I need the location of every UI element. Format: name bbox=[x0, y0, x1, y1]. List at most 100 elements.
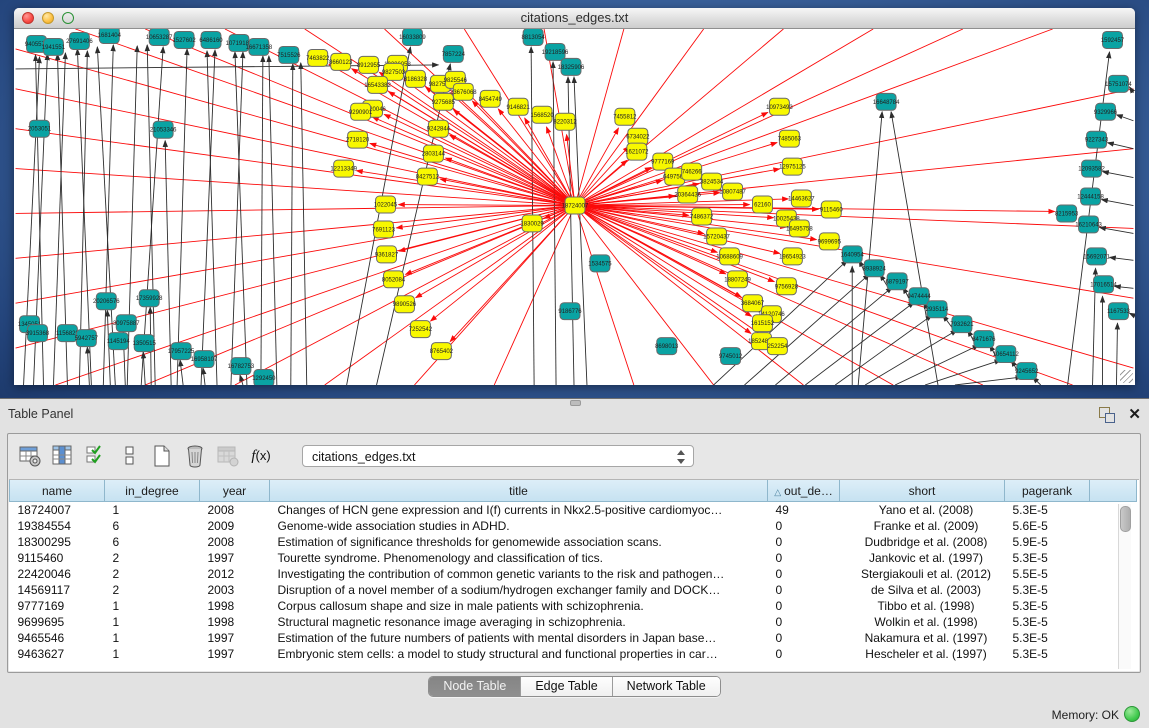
graph-node[interactable]: 30975887 bbox=[113, 315, 140, 332]
close-panel-icon[interactable]: ✕ bbox=[1128, 405, 1141, 423]
graph-node[interactable]: 20364436 bbox=[674, 186, 701, 203]
graph-node[interactable]: 15720437 bbox=[703, 228, 730, 245]
graph-node[interactable]: 18325906 bbox=[558, 58, 585, 75]
graph-node[interactable]: 10973493 bbox=[766, 98, 793, 115]
graph-node[interactable]: 23676068 bbox=[450, 83, 477, 100]
graph-node[interactable]: 2803144 bbox=[422, 145, 446, 162]
graph-node[interactable]: 3824534 bbox=[700, 173, 724, 190]
graph-node[interactable]: 9699695 bbox=[818, 233, 842, 250]
graph-node[interactable]: 21053346 bbox=[150, 121, 177, 138]
float-panel-icon[interactable] bbox=[1099, 407, 1115, 423]
graph-node[interactable]: 7515526 bbox=[277, 46, 301, 63]
graph-node[interactable]: 15692071 bbox=[1083, 248, 1110, 265]
graph-node[interactable]: 7485063 bbox=[778, 130, 802, 147]
graph-node[interactable]: 27691406 bbox=[66, 32, 93, 49]
graph-node[interactable]: 9115460 bbox=[820, 201, 843, 218]
graph-node[interactable]: 17359928 bbox=[136, 290, 163, 307]
graph-node[interactable]: 10807487 bbox=[719, 183, 746, 200]
graph-node[interactable]: 2718120 bbox=[346, 131, 370, 148]
graph-node[interactable]: 8471676 bbox=[972, 331, 996, 348]
graph-node[interactable]: 8912955 bbox=[357, 56, 381, 73]
graph-node[interactable]: 1640954 bbox=[841, 246, 865, 263]
node-table-grid[interactable]: namein_degreeyeartitle△out_de…shortpager… bbox=[9, 480, 1137, 662]
function-builder-icon[interactable]: f(x) bbox=[247, 442, 275, 470]
graph-node[interactable]: 2935114 bbox=[926, 301, 949, 318]
graph-node[interactable]: 1830029 bbox=[520, 215, 544, 232]
graph-node[interactable]: 9146821 bbox=[507, 98, 531, 115]
graph-node[interactable]: 16782753 bbox=[228, 358, 255, 375]
graph-node[interactable]: 18807249 bbox=[724, 271, 751, 288]
table-row[interactable]: 1830029562008Estimation of significance … bbox=[10, 534, 1137, 550]
graph-node[interactable]: 14463627 bbox=[788, 190, 815, 207]
graph-node[interactable]: 20206576 bbox=[93, 293, 120, 310]
graph-node[interactable]: 9227343 bbox=[1085, 131, 1109, 148]
citation-network-graph[interactable]: 9405572194155127691406168140410653287152… bbox=[14, 29, 1135, 385]
tab-edge-table[interactable]: Edge Table bbox=[521, 677, 612, 696]
graph-node[interactable]: 1534575 bbox=[588, 255, 612, 272]
table-row[interactable]: 1872400712008Changes of HCN gene express… bbox=[10, 502, 1137, 519]
new-document-icon[interactable] bbox=[148, 442, 176, 470]
graph-node[interactable]: 8765402 bbox=[430, 343, 454, 360]
graph-node[interactable]: 9745012 bbox=[719, 348, 743, 365]
table-row[interactable]: 1938455462009Genome-wide association stu… bbox=[10, 518, 1137, 534]
graph-node[interactable]: 8454749 bbox=[479, 90, 503, 107]
graph-node[interactable]: 7486372 bbox=[690, 208, 714, 225]
column-header-name[interactable]: name bbox=[10, 480, 105, 502]
graph-node[interactable]: 16671358 bbox=[246, 38, 273, 55]
graph-node[interactable]: 1941551 bbox=[42, 38, 66, 55]
graph-node[interactable]: 16495758 bbox=[786, 220, 813, 237]
graph-node[interactable]: 3915368 bbox=[26, 325, 50, 342]
graph-node[interactable]: 9890526 bbox=[393, 296, 417, 313]
table-row[interactable]: 946362711997Embryonic stem cells: a mode… bbox=[10, 646, 1137, 662]
select-rows-icon[interactable] bbox=[82, 442, 110, 470]
graph-node[interactable]: 8813054 bbox=[521, 29, 545, 45]
graph-node[interactable]: 17016514 bbox=[1090, 276, 1117, 293]
graph-node[interactable]: 1145194 bbox=[107, 333, 130, 350]
graph-node[interactable]: 9290901 bbox=[349, 103, 373, 120]
graph-node[interactable]: 10688609 bbox=[716, 248, 743, 265]
graph-node[interactable]: 10654112 bbox=[993, 346, 1020, 363]
graph-node[interactable]: 8220312 bbox=[553, 113, 577, 130]
graph-node[interactable]: 7455812 bbox=[613, 108, 637, 125]
graph-node[interactable]: 7252542 bbox=[409, 321, 433, 338]
column-header-outde[interactable]: △out_de… bbox=[768, 480, 840, 502]
graph-node[interactable]: 1681404 bbox=[98, 29, 122, 43]
network-canvas[interactable]: 9405572194155127691406168140410653287152… bbox=[14, 29, 1135, 385]
graph-node[interactable]: 6486160 bbox=[199, 31, 223, 48]
graph-node[interactable]: 6734022 bbox=[626, 128, 650, 145]
graph-node[interactable]: 9245652 bbox=[1015, 363, 1039, 380]
graph-node[interactable]: 12213349 bbox=[330, 160, 357, 177]
graph-node[interactable]: 19654923 bbox=[779, 248, 806, 265]
table-row[interactable]: 2242004622012Investigating the contribut… bbox=[10, 566, 1137, 582]
graph-node[interactable]: 16958107 bbox=[191, 351, 218, 368]
graph-node[interactable]: 8052084 bbox=[382, 271, 406, 288]
table-row[interactable]: 969969511998Structural magnetic resonanc… bbox=[10, 614, 1137, 630]
column-header-short[interactable]: short bbox=[840, 480, 1005, 502]
graph-node[interactable]: 9756928 bbox=[775, 278, 799, 295]
column-header-year[interactable]: year bbox=[200, 480, 270, 502]
graph-node[interactable]: 8938924 bbox=[863, 260, 887, 277]
merge-columns-icon[interactable] bbox=[115, 442, 143, 470]
graph-node[interactable]: 10653287 bbox=[146, 29, 173, 45]
tab-node-table[interactable]: Node Table bbox=[429, 677, 521, 696]
graph-node[interactable]: 16648784 bbox=[873, 93, 900, 110]
table-row[interactable]: 977716911998Corpus callosum shape and si… bbox=[10, 598, 1137, 614]
graph-node[interactable]: 2053051 bbox=[28, 120, 52, 137]
new-table-icon[interactable] bbox=[16, 442, 44, 470]
graph-node[interactable]: 252254 bbox=[767, 338, 788, 355]
graph-node[interactable]: 9186776 bbox=[558, 303, 582, 320]
graph-node[interactable]: 1292450 bbox=[252, 370, 276, 385]
hub-node[interactable]: 18724007 bbox=[562, 197, 589, 214]
graph-node[interactable]: 8215953 bbox=[1055, 205, 1079, 222]
graph-node[interactable]: 1592457 bbox=[1101, 31, 1125, 48]
graph-node[interactable]: 7932621 bbox=[950, 316, 974, 333]
graph-node[interactable]: 7691123 bbox=[372, 221, 395, 238]
graph-node[interactable]: 7857224 bbox=[442, 45, 466, 62]
table-scrollbar[interactable] bbox=[1118, 504, 1131, 669]
table-row[interactable]: 911546021997Tourette syndrome. Phenomeno… bbox=[10, 550, 1137, 566]
table-select-dropdown[interactable]: citations_edges.txt bbox=[302, 445, 694, 467]
graph-node[interactable]: 1527602 bbox=[172, 31, 196, 48]
graph-node[interactable]: 15751074 bbox=[1105, 75, 1132, 92]
graph-node[interactable]: 1350515 bbox=[133, 335, 157, 352]
graph-node[interactable]: 746266 bbox=[682, 163, 703, 180]
